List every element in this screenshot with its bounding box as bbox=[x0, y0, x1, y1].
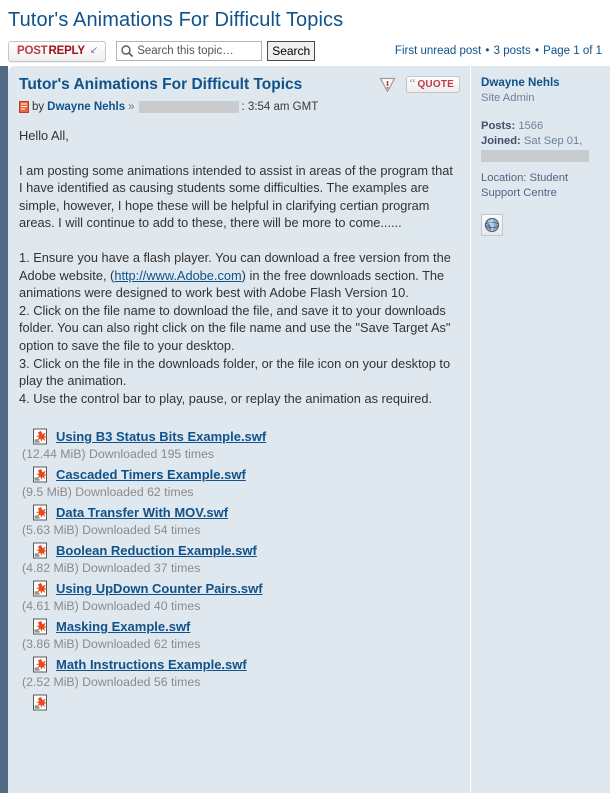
search-input-wrapper[interactable] bbox=[116, 41, 263, 61]
attachment-item: Using B3 Status Bits Example.swf (12.44 … bbox=[19, 428, 460, 462]
post-icon[interactable] bbox=[19, 101, 32, 113]
post-reply-button[interactable]: POST REPLY ↙ bbox=[8, 40, 107, 62]
first-unread-post-link[interactable]: First unread post bbox=[395, 45, 481, 57]
step4-text: 4. Use the control bar to play, pause, o… bbox=[19, 390, 433, 406]
attachment-meta: (5.63 MiB) Downloaded 54 times bbox=[22, 523, 201, 538]
swf-file-icon bbox=[19, 656, 56, 673]
post-greeting: Hello All, bbox=[19, 128, 69, 143]
post-header: Tutor's Animations For Difficult Topics … bbox=[16, 75, 460, 97]
location-label: Location: bbox=[481, 172, 527, 184]
swf-file-icon bbox=[19, 694, 56, 711]
posts-count: 3 posts bbox=[493, 45, 531, 57]
author-stats: Posts: 1566 Joined: Sat Sep 01, bbox=[481, 119, 596, 162]
reply-arrow-icon: ↙ bbox=[89, 45, 99, 56]
search-input[interactable] bbox=[134, 45, 255, 57]
joined-value: Sat Sep 01, bbox=[523, 135, 583, 147]
attachment-row: Masking Example.swf bbox=[19, 618, 460, 635]
post-inner: Tutor's Animations For Difficult Topics … bbox=[8, 66, 610, 793]
author-posts-stat: Posts: 1566 bbox=[481, 119, 596, 134]
page-title: Tutor's Animations For Difficult Topics bbox=[8, 9, 344, 31]
attachment-row: Using UpDown Counter Pairs.swf bbox=[19, 580, 460, 597]
attachment-list: Using B3 Status Bits Example.swf (12.44 … bbox=[16, 428, 460, 711]
forum-topic-page: Tutor's Animations For Difficult Topics … bbox=[0, 0, 610, 793]
attachment-meta: (12.44 MiB) Downloaded 195 times bbox=[22, 447, 215, 462]
attachment-link[interactable]: Data Transfer With MOV.swf bbox=[56, 504, 228, 521]
author-name[interactable]: Dwayne Nehls bbox=[481, 75, 596, 90]
attachment-item: Using UpDown Counter Pairs.swf (4.61 MiB… bbox=[19, 580, 460, 614]
attachment-link[interactable]: Masking Example.swf bbox=[56, 618, 190, 635]
attachment-item: Math Instructions Example.swf (2.52 MiB)… bbox=[19, 656, 460, 690]
joined-label: Joined: bbox=[481, 135, 521, 147]
pagination-separator-2: • bbox=[534, 45, 539, 57]
adobe-website-link[interactable]: http://www.Adobe.com bbox=[114, 268, 241, 283]
swf-file-icon bbox=[19, 504, 56, 521]
post-body: Tutor's Animations For Difficult Topics … bbox=[8, 66, 470, 793]
page-number: Page 1 of 1 bbox=[543, 45, 602, 57]
step3-text: 3. Click on the file in the downloads fo… bbox=[19, 355, 451, 389]
attachment-meta: (9.5 MiB) Downloaded 62 times bbox=[22, 485, 194, 500]
post-reply-label-reply: REPLY bbox=[48, 45, 85, 57]
pagination-info: First unread post • 3 posts • Page 1 of … bbox=[395, 45, 602, 57]
search-icon bbox=[120, 44, 134, 58]
attachment-link[interactable]: Using B3 Status Bits Example.swf bbox=[56, 428, 266, 445]
swf-file-icon bbox=[19, 542, 56, 559]
attachment-row: Using B3 Status Bits Example.swf bbox=[19, 428, 460, 445]
byline-separator: » bbox=[128, 101, 135, 113]
quote-button-label: QUOTE bbox=[417, 79, 454, 90]
post-actions: “ QUOTE bbox=[379, 75, 460, 93]
attachment-link[interactable]: Math Instructions Example.swf bbox=[56, 656, 247, 673]
post-intro: I am posting some animations intended to… bbox=[19, 162, 453, 231]
attachment-row: Math Instructions Example.swf bbox=[19, 656, 460, 673]
attachment-row: Boolean Reduction Example.swf bbox=[19, 542, 460, 559]
attachment-item: Data Transfer With MOV.swf (5.63 MiB) Do… bbox=[19, 504, 460, 538]
quote-button[interactable]: “ QUOTE bbox=[405, 74, 460, 93]
attachment-item: Masking Example.swf (3.86 MiB) Downloade… bbox=[19, 618, 460, 652]
attachment-item-partial bbox=[19, 694, 460, 711]
attachment-item: Boolean Reduction Example.swf (4.82 MiB)… bbox=[19, 542, 460, 576]
attachment-meta: (4.82 MiB) Downloaded 37 times bbox=[22, 561, 201, 576]
topic-search: Search bbox=[116, 41, 316, 61]
post-reply-label-post: POST bbox=[17, 45, 48, 57]
byline-by-label: by bbox=[32, 101, 45, 113]
search-submit-button[interactable]: Search bbox=[267, 41, 316, 61]
joined-date-redacted bbox=[481, 150, 589, 162]
byline-author[interactable]: Dwayne Nehls bbox=[47, 101, 125, 113]
pagination-separator-1: • bbox=[485, 45, 490, 57]
author-rank: Site Admin bbox=[481, 92, 535, 104]
swf-file-icon bbox=[19, 580, 56, 597]
attachment-row: Cascaded Timers Example.swf bbox=[19, 466, 460, 483]
quote-mark-icon: “ bbox=[409, 74, 416, 90]
attachment-meta: (2.52 MiB) Downloaded 56 times bbox=[22, 675, 201, 690]
byline-date-redacted bbox=[138, 101, 239, 113]
post-panel: Tutor's Animations For Difficult Topics … bbox=[0, 66, 610, 793]
globe-icon bbox=[484, 217, 500, 233]
author-joined-stat: Joined: Sat Sep 01, bbox=[481, 134, 596, 149]
swf-file-icon bbox=[19, 618, 56, 635]
author-website-button[interactable] bbox=[481, 214, 503, 236]
post-subject[interactable]: Tutor's Animations For Difficult Topics bbox=[16, 75, 379, 94]
attachment-meta: (3.86 MiB) Downloaded 62 times bbox=[22, 637, 201, 652]
swf-file-icon bbox=[19, 466, 56, 483]
author-location: Location: Student Support Centre bbox=[481, 171, 596, 201]
post-content: Hello All, I am posting some animations … bbox=[16, 127, 460, 407]
swf-file-icon bbox=[19, 428, 56, 445]
posts-value: 1566 bbox=[518, 120, 544, 132]
byline-time: : 3:54 am GMT bbox=[241, 101, 319, 113]
warning-triangle-icon[interactable] bbox=[379, 77, 396, 93]
attachment-link[interactable]: Cascaded Timers Example.swf bbox=[56, 466, 246, 483]
attachment-link[interactable]: Using UpDown Counter Pairs.swf bbox=[56, 580, 263, 597]
attachment-link[interactable]: Boolean Reduction Example.swf bbox=[56, 542, 257, 559]
post-steps: 1. Ensure you have a flash player. You c… bbox=[19, 249, 460, 407]
attachment-row: Data Transfer With MOV.swf bbox=[19, 504, 460, 521]
panel-accent-bar bbox=[0, 66, 8, 793]
attachment-meta: (4.61 MiB) Downloaded 40 times bbox=[22, 599, 201, 614]
posts-label: Posts: bbox=[481, 120, 516, 132]
attachment-row bbox=[19, 694, 460, 711]
attachment-item: Cascaded Timers Example.swf (9.5 MiB) Do… bbox=[19, 466, 460, 500]
post-byline: by Dwayne Nehls » : 3:54 am GMT bbox=[16, 101, 460, 113]
topic-toolbar: POSTREPLY ↙ Search First unread post • 3… bbox=[0, 36, 610, 66]
step2-text: 2. Click on the file name to download th… bbox=[19, 302, 451, 353]
author-profile-panel: Dwayne Nehls Site Admin Posts: 1566 Join… bbox=[471, 66, 602, 793]
